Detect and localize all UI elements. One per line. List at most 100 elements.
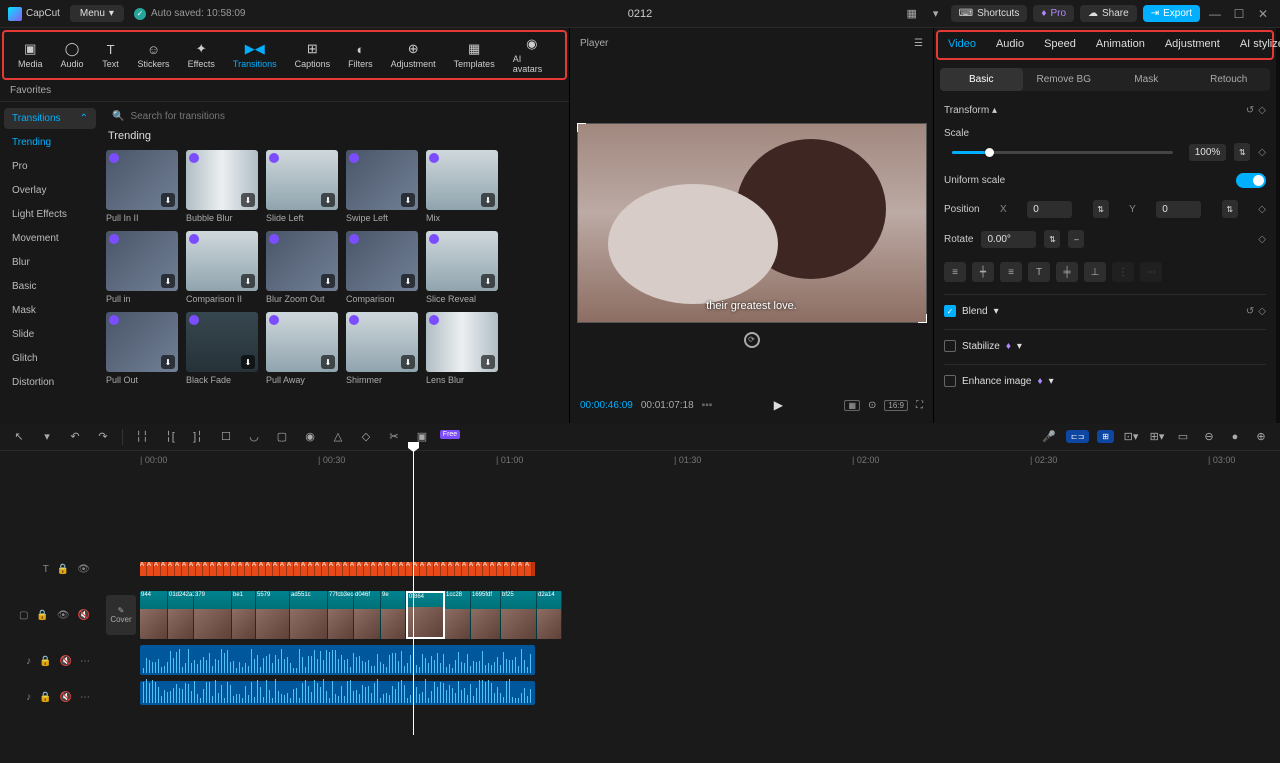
pro-button[interactable]: ♦ Pro [1033,5,1074,22]
spinner[interactable]: ⇅ [1222,200,1238,218]
mute-icon[interactable]: 🔇 [78,610,90,621]
spinner[interactable]: ⇅ [1044,230,1060,248]
visibility-icon[interactable]: 👁 [77,564,90,575]
zoom-in-icon[interactable]: ⊕ [1252,428,1270,446]
trim-left-icon[interactable]: ╎[ [161,428,179,446]
export-button[interactable]: ⇥ Export [1143,5,1200,22]
align-left-icon[interactable]: ≡ [944,262,966,282]
media-tab-transitions[interactable]: ▶◀Transitions [229,39,281,71]
media-tab-filters[interactable]: ◐Filters [344,39,377,71]
media-tab-adjustment[interactable]: ⊕Adjustment [387,39,440,71]
layout-icon[interactable]: ▦ [903,5,921,23]
shortcuts-button[interactable]: ⌨ Shortcuts [951,5,1028,22]
track-options-icon[interactable]: ⊞▾ [1148,428,1166,446]
delete-icon[interactable]: ☐ [217,428,235,446]
transition-thumb[interactable]: Black Fade [186,312,258,385]
keyframe-icon[interactable]: ◇ [1258,147,1266,158]
inspector-tab-video[interactable]: Video [938,32,986,58]
inspector-subtab-remove-bg[interactable]: Remove BG [1023,68,1106,91]
timeline-ruler[interactable]: | 00:00| 00:30| 01:00| 01:30| 02:00| 02:… [100,451,1280,473]
category-slide[interactable]: Slide [4,324,96,345]
transition-thumb[interactable]: Mix [426,150,498,223]
spinner[interactable]: ⇅ [1093,200,1109,218]
mute-icon[interactable]: 🔇 [60,692,72,703]
category-light-effects[interactable]: Light Effects [4,204,96,225]
position-y-input[interactable]: 0 [1156,201,1201,218]
align-center-h-icon[interactable]: ┿ [972,262,994,282]
playhead[interactable] [413,445,414,735]
transition-thumb[interactable]: Comparison II [186,231,258,304]
preview-quality-icon[interactable]: ▦ [844,400,860,411]
audio-clip-1[interactable] [140,645,535,675]
text-track-icon[interactable]: T [43,564,49,575]
video-clips[interactable]: 94401d242a37379be15579ad551c77fcb3ec4d04… [140,591,562,639]
fullscreen-icon[interactable]: ⛶ [916,400,923,411]
marker-icon[interactable]: ◡ [245,428,263,446]
reset-icon[interactable]: ↺ [1246,306,1254,317]
snap-icon[interactable]: ⊡▾ [1122,428,1140,446]
narration-icon[interactable]: ▢ [273,428,291,446]
ai-tool-icon[interactable]: ✦Free [441,428,459,446]
menu-button[interactable]: Menu▾ [70,5,124,22]
category-overlay[interactable]: Overlay [4,180,96,201]
scale-slider[interactable] [952,151,1173,154]
dropdown-icon[interactable]: ▾ [927,5,945,23]
lock-icon[interactable]: 🔒 [39,692,51,703]
keyframe-icon[interactable]: ◇ [1258,105,1266,116]
rotate-input[interactable]: 0.00° [981,231,1036,248]
inspector-tab-ai stylize[interactable]: AI stylize [1230,32,1280,58]
lock-icon[interactable]: ▢ [19,610,28,621]
zoom-out-icon[interactable]: ⊖ [1200,428,1218,446]
media-tab-effects[interactable]: ✦Effects [184,39,219,71]
blend-section[interactable]: ✓Blend ▾ [944,305,999,317]
stabilize-section[interactable]: Stabilize ♦ ▾ [944,340,1022,352]
position-x-input[interactable]: 0 [1027,201,1072,218]
transition-thumb[interactable]: Pull Out [106,312,178,385]
transition-thumb[interactable]: Blur Zoom Out [266,231,338,304]
undo-icon[interactable]: ↶ [66,428,84,446]
inspector-subtab-retouch[interactable]: Retouch [1188,68,1271,91]
sync-icon[interactable]: ⟳ [744,332,760,348]
trim-right-icon[interactable]: ]╎ [189,428,207,446]
selection-tool-icon[interactable]: ↖ [10,428,28,446]
play-button[interactable]: ▶ [774,398,783,412]
aspect-ratio-button[interactable]: 16:9 [884,400,908,411]
lock-icon[interactable]: 🔒 [36,610,48,621]
category-glitch[interactable]: Glitch [4,348,96,369]
cover-button[interactable]: ✎Cover [106,595,136,635]
close-button[interactable]: ✕ [1254,5,1272,23]
transition-thumb[interactable]: Shimmer [346,312,418,385]
transition-thumb[interactable]: Pull in [106,231,178,304]
magnetic-icon[interactable]: ⊏⊐ [1066,430,1089,443]
audio-track-icon[interactable]: ♪ [26,692,31,703]
media-tab-text[interactable]: TText [98,39,124,71]
mute-icon[interactable]: 🔇 [60,656,72,667]
rotate-reset[interactable]: – [1068,230,1084,248]
crop-icon[interactable]: ✂ [385,428,403,446]
media-tab-captions[interactable]: ⊞Captions [291,39,335,71]
reverse-icon[interactable]: △ [329,428,347,446]
category-pro[interactable]: Pro [4,156,96,177]
scale-spinner[interactable]: ⇅ [1234,143,1250,161]
maximize-button[interactable]: ☐ [1230,5,1248,23]
category-movement[interactable]: Movement [4,228,96,249]
keyframe-icon[interactable]: ◇ [1258,204,1266,215]
visibility-icon[interactable]: 👁 [57,610,70,621]
media-tab-templates[interactable]: ▦Templates [450,39,499,71]
align-bottom-icon[interactable]: ⊥ [1084,262,1106,282]
align-right-icon[interactable]: ≡ [1000,262,1022,282]
timecode-options-icon[interactable]: ▪▪▪ [702,400,713,411]
category-blur[interactable]: Blur [4,252,96,273]
inspector-tab-adjustment[interactable]: Adjustment [1155,32,1230,58]
media-tab-audio[interactable]: ◯Audio [57,39,88,71]
transition-thumb[interactable]: Slide Left [266,150,338,223]
zoom-slider[interactable]: ● [1226,428,1244,446]
audio-track-icon[interactable]: ♪ [26,656,31,667]
split-icon[interactable]: ╎╎ [133,428,151,446]
mic-icon[interactable]: 🎤 [1040,428,1058,446]
media-tab-media[interactable]: ▣Media [14,39,47,71]
minimize-button[interactable]: — [1206,5,1224,23]
category-distortion[interactable]: Distortion [4,372,96,393]
player-viewport[interactable]: their greatest love. ⟳ [577,123,927,323]
text-clips[interactable]: AAAAAAAAAAAAAAAAAAAAAAAAAAAAAAAAAAAAAAAA… [140,562,535,576]
